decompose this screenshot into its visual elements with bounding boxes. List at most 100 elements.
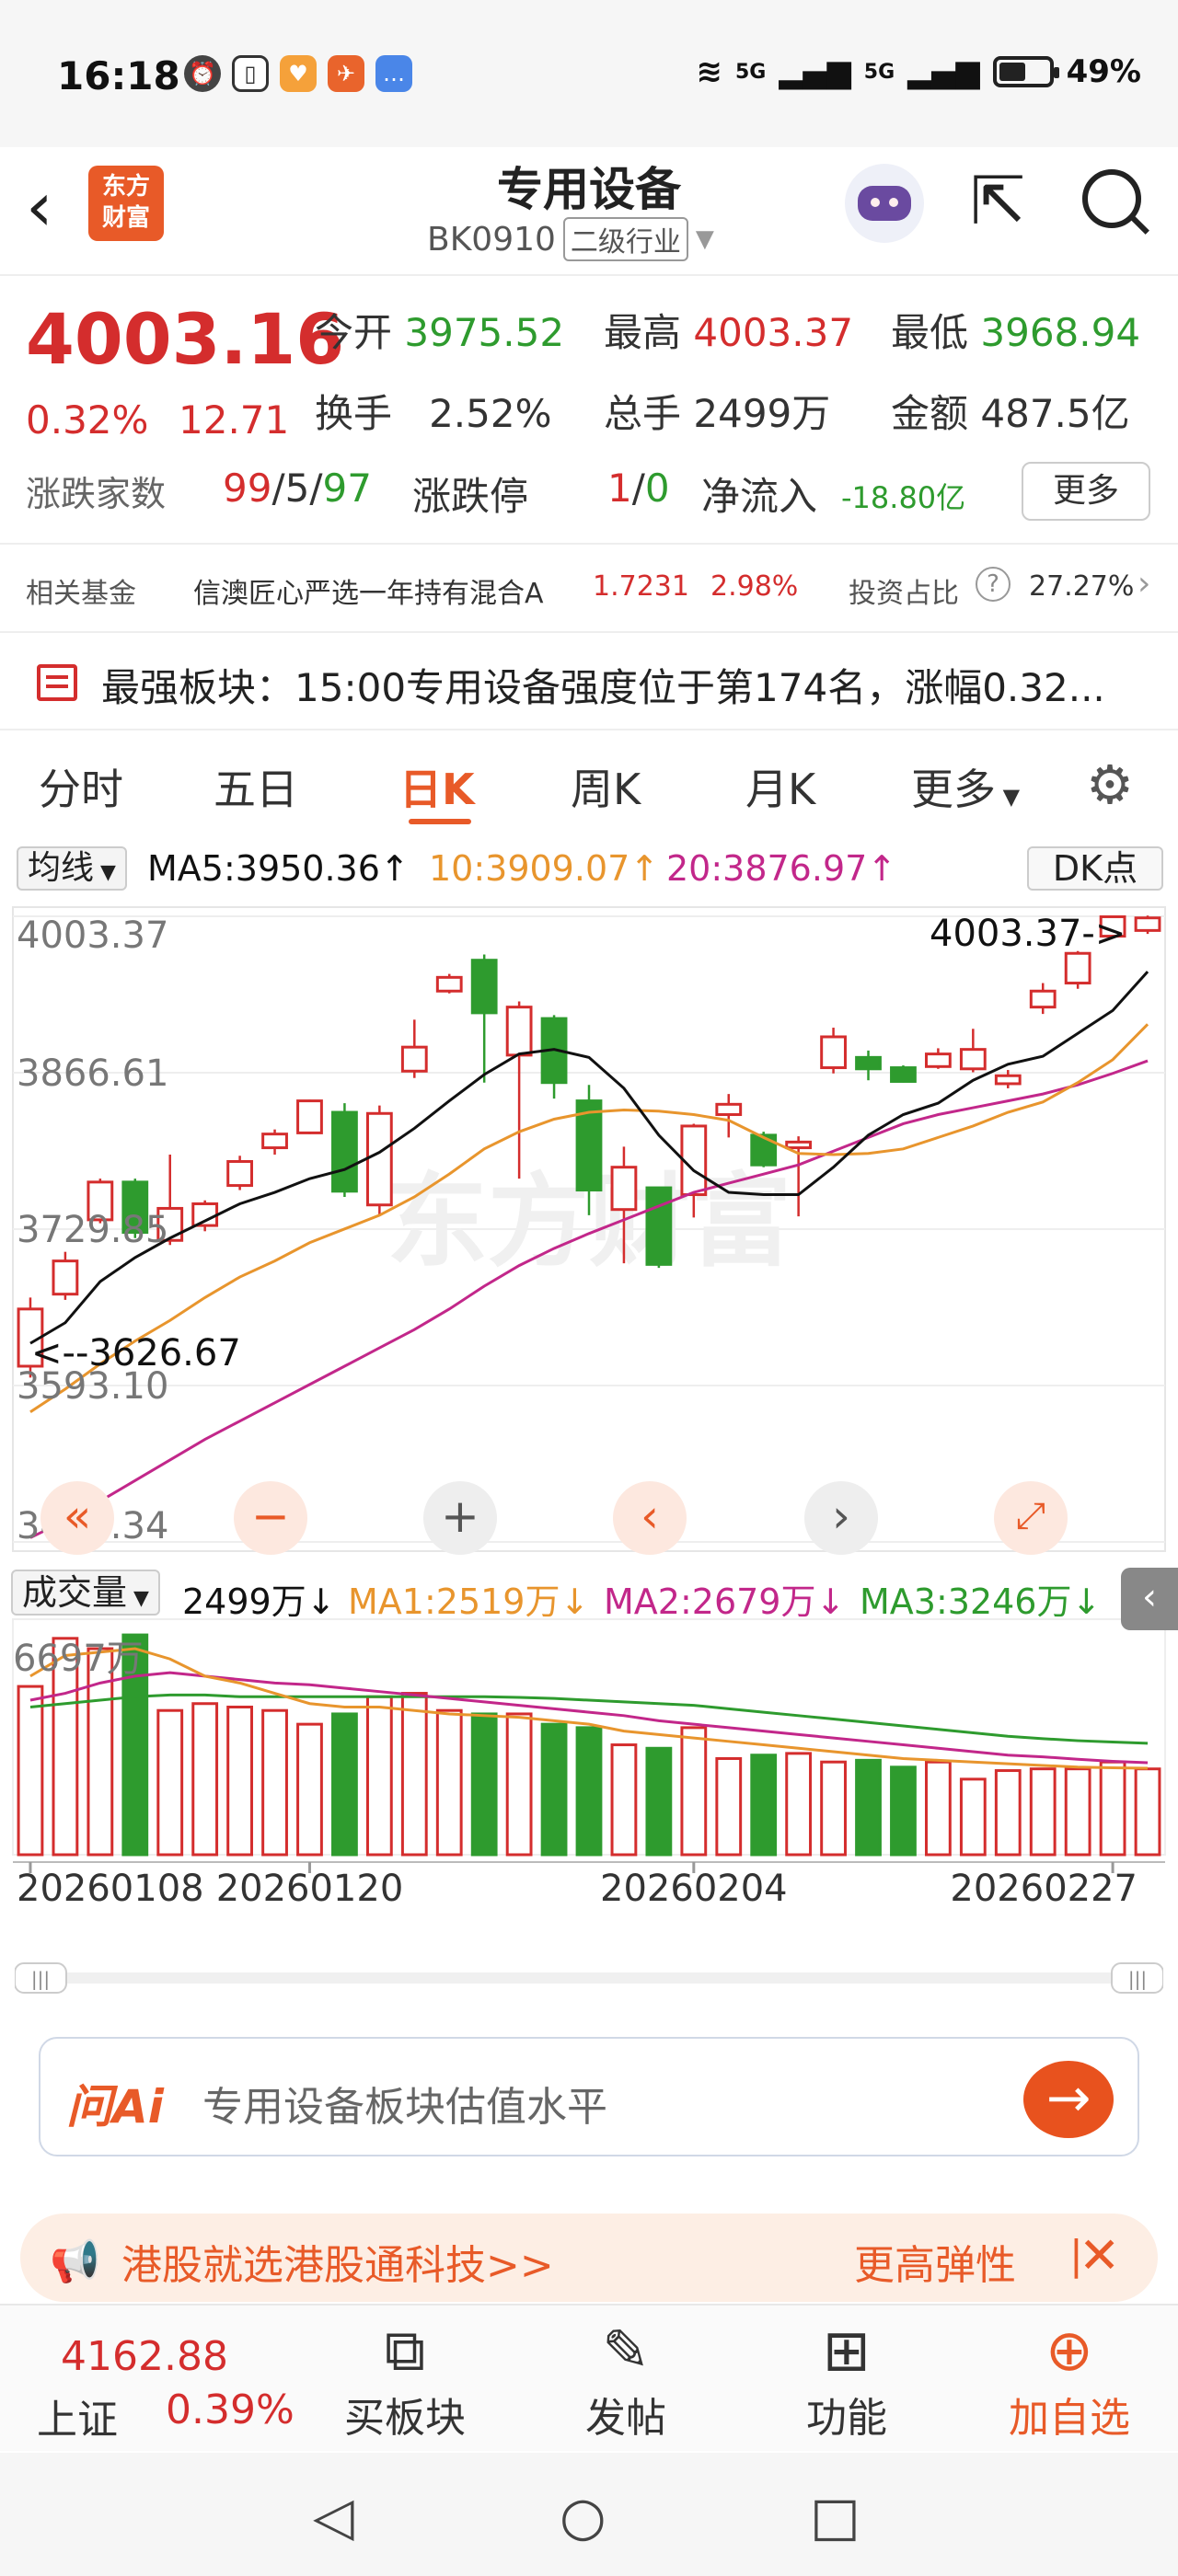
volume-bar (1134, 1767, 1161, 1857)
candle (296, 1099, 323, 1134)
volume-bar (296, 1722, 323, 1857)
ad-text: 港股就选港股通科技>> (121, 2242, 554, 2289)
vol-ma1: MA1:2519万↓ (348, 1581, 590, 1622)
volume-bar (1029, 1767, 1057, 1857)
volume-bar (645, 1746, 673, 1857)
tab-more-label: 更多 (911, 765, 996, 814)
nav-home-icon[interactable]: ○ (560, 2490, 606, 2543)
ma20-value: 20:3876.97↑ (666, 848, 897, 889)
limit-label: 涨跌停 (412, 474, 529, 519)
post-button[interactable]: ✎ 发帖 (571, 2322, 681, 2444)
tab-five-day[interactable]: 五日 (214, 756, 298, 817)
system-nav-bar: ◁ ○ □ (0, 2453, 1178, 2576)
volume-bar (959, 1777, 987, 1857)
volume-bar (191, 1702, 219, 1857)
index-value[interactable]: 4162.88 (61, 2333, 228, 2380)
candle (226, 1159, 254, 1188)
volume-value: 2499万 (693, 391, 831, 436)
volume-bar (331, 1712, 358, 1857)
rewind-button[interactable]: « (40, 1481, 114, 1555)
current-price: 4003.16 (26, 298, 345, 380)
high-stat: 最高 4003.37 (604, 302, 853, 358)
kline-chart[interactable]: 东方财富 4003.373866.613729.853593.103456.34… (0, 898, 1178, 1960)
related-fund-row[interactable]: 相关基金 信澳匠心严选一年持有混合A 1.7231 2.98% 投资占比 ? 2… (0, 546, 1178, 629)
notice-bar[interactable]: 最强板块：15:00专用设备强度位于第174名，涨幅0.32... (0, 631, 1178, 730)
breadth-flat: 5 (284, 466, 310, 511)
index-name[interactable]: 上证 (37, 2386, 118, 2445)
app-notification-icon: ♥ (280, 55, 317, 92)
signal-label: 5G (863, 60, 895, 84)
high-label: 最高 (604, 310, 682, 355)
signal-icon: ▂▄▆ (907, 53, 980, 90)
index-pct[interactable]: 0.39% (166, 2386, 294, 2433)
search-icon[interactable] (1082, 169, 1141, 228)
volume-bar (750, 1754, 778, 1857)
fullscreen-button[interactable]: ⤢ (994, 1481, 1068, 1555)
ai-assistant-icon[interactable] (845, 164, 924, 243)
status-bar: 16:18 ⏰ ▯ ♥ ✈ … ≋ 5G ▂▄▆ 5G ▂▄▆ 49% (0, 0, 1178, 147)
add-label: 加自选 (1009, 2395, 1130, 2442)
fund-nav: 1.7231 (593, 570, 689, 603)
active-tab-indicator (409, 819, 471, 824)
candle (400, 1045, 428, 1073)
tab-daily-k[interactable]: 日K (399, 756, 475, 817)
function-button[interactable]: ⊞ 功能 (791, 2322, 902, 2444)
indicator-selector-label: 均线 (28, 849, 95, 887)
volume-bar (435, 1708, 463, 1857)
dk-point-button[interactable]: DK点 (1027, 846, 1163, 891)
close-icon[interactable]: ✕ (1079, 2226, 1120, 2284)
ai-question-box[interactable]: 问Ai 专用设备板块估值水平 → (39, 2037, 1139, 2156)
post-label: 发帖 (585, 2395, 666, 2442)
candle (505, 1006, 533, 1057)
ai-question-text: 专用设备板块估值水平 (202, 2084, 607, 2131)
zoom-in-button[interactable]: + (423, 1481, 497, 1555)
volume-value: 2499万↓ (182, 1581, 336, 1622)
next-button[interactable]: › (804, 1481, 878, 1555)
notification-icons: ⏰ ▯ ♥ ✈ … (184, 55, 412, 92)
ad-slogan: 更高弹性 (854, 2242, 1016, 2289)
arrow-right-icon[interactable]: → (1023, 2061, 1114, 2138)
vol-ma3: MA3:3246万↓ (860, 1581, 1102, 1622)
buy-sector-button[interactable]: ⧉ 买板块 (339, 2322, 471, 2444)
amount-stat: 金额 487.5亿 (891, 383, 1130, 439)
help-icon[interactable]: ? (976, 567, 1011, 602)
nav-recent-icon[interactable]: □ (810, 2490, 860, 2543)
y-tick-label: 3866.61 (17, 1052, 168, 1095)
tab-monthly-k[interactable]: 月K (745, 756, 815, 817)
ma20-text: 20:3876.97 (666, 848, 868, 889)
dropdown-icon: ▼ (127, 1587, 149, 1610)
tab-more[interactable]: 更多 ▼ (911, 756, 1020, 817)
add-watchlist-button[interactable]: ⊕ 加自选 (998, 2322, 1141, 2444)
more-button[interactable]: 更多 (1022, 462, 1150, 521)
share-icon[interactable]: ⇱ (970, 167, 1025, 234)
volume-bar (994, 1769, 1022, 1857)
zoom-out-button[interactable]: − (234, 1481, 307, 1555)
sector-code[interactable]: BK0910 二级行业 ▼ (427, 217, 714, 261)
fund-label: 相关基金 (26, 578, 136, 610)
amount-label: 金额 (891, 391, 969, 436)
candle (1064, 951, 1091, 985)
volume-selector[interactable]: 成交量 ▼ (11, 1570, 160, 1616)
candle (785, 1140, 813, 1150)
volume-bar (785, 1752, 813, 1857)
tab-intraday[interactable]: 分时 (39, 756, 123, 817)
tab-weekly-k[interactable]: 周K (571, 756, 641, 817)
volume-bar (156, 1708, 184, 1857)
amount-value: 487.5亿 (980, 391, 1130, 436)
ad-banner[interactable]: 📢 港股就选港股通科技>> 更高弹性 | ✕ (20, 2214, 1158, 2302)
nav-back-icon[interactable]: ◁ (313, 2490, 354, 2543)
sector-level-tag: 二级行业 (562, 217, 688, 261)
indicator-selector[interactable]: 均线 ▼ (17, 846, 127, 891)
volume-bar (890, 1765, 917, 1857)
open-stat: 今开 3975.52 (315, 302, 564, 358)
time-scrollbar[interactable]: ||| ||| (15, 1960, 1163, 1996)
change-amount: 12.71 (179, 397, 290, 443)
bottom-bar: 4162.88 上证 0.39% ⧉ 买板块 ✎ 发帖 ⊞ 功能 ⊕ 加自选 (0, 2304, 1178, 2451)
alarm-icon: ⏰ (184, 55, 221, 92)
collapse-icon[interactable]: ‹ (1121, 1568, 1178, 1630)
candle (435, 975, 463, 993)
prev-button[interactable]: ‹ (613, 1481, 687, 1555)
gear-icon[interactable]: ⚙ (1086, 758, 1134, 811)
candle (994, 1074, 1022, 1086)
y-tick-label: 4003.37 (17, 914, 168, 957)
